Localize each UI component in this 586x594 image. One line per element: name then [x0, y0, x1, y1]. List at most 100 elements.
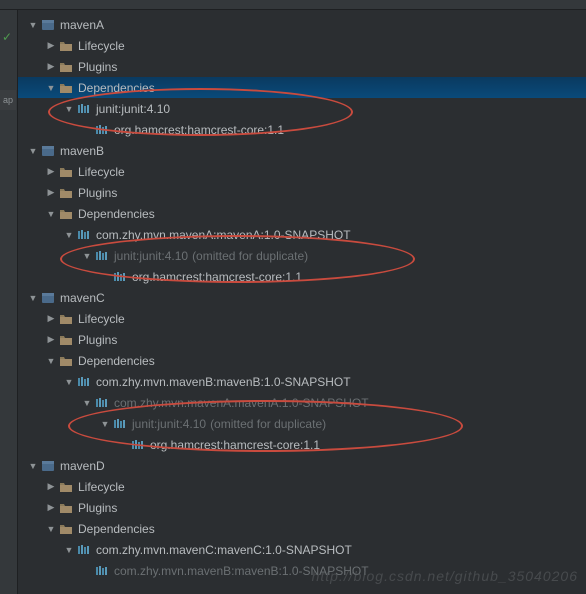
chevron-down-icon[interactable]: ▼ — [44, 356, 58, 366]
tree-row[interactable]: ▶ Lifecycle — [18, 308, 586, 329]
tree-node-label: Plugins — [78, 186, 117, 200]
tree-row[interactable]: ▶ Plugins — [18, 329, 586, 350]
tree-node-label: Plugins — [78, 333, 117, 347]
module-icon — [40, 143, 56, 159]
vcs-check-icon: ✓ — [2, 30, 12, 44]
chevron-down-icon[interactable]: ▼ — [62, 104, 76, 114]
omitted-hint: (omitted for duplicate) — [210, 417, 326, 431]
tree-row[interactable]: ▼ Dependencies — [18, 350, 586, 371]
folder-icon — [58, 206, 74, 222]
folder-icon — [58, 521, 74, 537]
tree-node-label: com.zhy.mvn.mavenA:mavenA:1.0-SNAPSHOT — [114, 396, 369, 410]
tree-node-label: org.hamcrest:hamcrest-core:1.1 — [150, 438, 320, 452]
tree-row[interactable]: ▶ Plugins — [18, 56, 586, 77]
chevron-down-icon[interactable]: ▼ — [26, 293, 40, 303]
lib-icon — [76, 542, 92, 558]
chevron-down-icon[interactable]: ▼ — [44, 209, 58, 219]
tree-row[interactable]: ▶ Lifecycle — [18, 476, 586, 497]
tree-row[interactable]: ▼ junit:junit:4.10 — [18, 98, 586, 119]
folder-icon — [58, 59, 74, 75]
sidebar-tab[interactable]: ap — [0, 90, 16, 110]
tree-row[interactable]: ▶ Plugins — [18, 497, 586, 518]
tree-node-label: mavenA — [60, 18, 104, 32]
tree-node-label: Plugins — [78, 60, 117, 74]
chevron-down-icon[interactable]: ▼ — [62, 377, 76, 387]
tree-node-label: com.zhy.mvn.mavenA:mavenA:1.0-SNAPSHOT — [96, 228, 351, 242]
tree-row[interactable]: ▶org.hamcrest:hamcrest-core:1.1 — [18, 434, 586, 455]
chevron-right-icon[interactable]: ▶ — [44, 187, 58, 198]
tree-row[interactable]: ▼ com.zhy.mvn.mavenA:mavenA:1.0-SNAPSHOT — [18, 224, 586, 245]
chevron-down-icon[interactable]: ▼ — [62, 545, 76, 555]
tree-node-label: mavenB — [60, 144, 104, 158]
folder-icon — [58, 164, 74, 180]
tree-row[interactable]: ▼ Dependencies — [18, 77, 586, 98]
folder-icon — [58, 479, 74, 495]
tree-row[interactable]: ▼ mavenD — [18, 455, 586, 476]
folder-icon — [58, 185, 74, 201]
lib-icon — [112, 416, 128, 432]
tree-row[interactable]: ▼junit:junit:4.10(omitted for duplicate) — [18, 245, 586, 266]
omitted-hint: (omitted for duplicate) — [192, 249, 308, 263]
tree-row[interactable]: ▼ com.zhy.mvn.mavenA:mavenA:1.0-SNAPSHOT — [18, 392, 586, 413]
tree-row[interactable]: ▼ Dependencies — [18, 518, 586, 539]
lib-icon — [76, 101, 92, 117]
chevron-right-icon[interactable]: ▶ — [44, 502, 58, 513]
tree-node-label: Dependencies — [78, 522, 155, 536]
chevron-down-icon[interactable]: ▼ — [62, 230, 76, 240]
tree-node-label: Dependencies — [78, 207, 155, 221]
tree-node-label: Plugins — [78, 501, 117, 515]
ide-toolbar — [0, 0, 586, 10]
lib-icon — [94, 248, 110, 264]
chevron-right-icon[interactable]: ▶ — [44, 481, 58, 492]
tree-node-label: junit:junit:4.10 — [132, 417, 206, 431]
tree-node-label: Dependencies — [78, 354, 155, 368]
maven-tree[interactable]: ▼mavenA▶Lifecycle▶Plugins▼Dependencies▼j… — [18, 10, 586, 581]
chevron-down-icon[interactable]: ▼ — [98, 419, 112, 429]
folder-icon — [58, 500, 74, 516]
chevron-down-icon[interactable]: ▼ — [26, 461, 40, 471]
tree-node-label: Lifecycle — [78, 312, 125, 326]
chevron-right-icon[interactable]: ▶ — [44, 40, 58, 51]
tree-row[interactable]: ▶ Lifecycle — [18, 161, 586, 182]
tree-node-label: Dependencies — [78, 81, 155, 95]
tree-row[interactable]: ▼ mavenC — [18, 287, 586, 308]
tree-row[interactable]: ▼ Dependencies — [18, 203, 586, 224]
chevron-right-icon[interactable]: ▶ — [44, 166, 58, 177]
lib-icon — [112, 269, 128, 285]
tree-node-label: mavenC — [60, 291, 105, 305]
folder-icon — [58, 311, 74, 327]
tree-node-label: com.zhy.mvn.mavenC:mavenC:1.0-SNAPSHOT — [96, 543, 352, 557]
chevron-down-icon[interactable]: ▼ — [26, 20, 40, 30]
tree-node-label: mavenD — [60, 459, 105, 473]
chevron-down-icon[interactable]: ▼ — [26, 146, 40, 156]
module-icon — [40, 17, 56, 33]
chevron-right-icon[interactable]: ▶ — [44, 313, 58, 324]
folder-icon — [58, 353, 74, 369]
folder-icon — [58, 38, 74, 54]
module-icon — [40, 458, 56, 474]
tree-row[interactable]: ▶org.hamcrest:hamcrest-core:1.1 — [18, 266, 586, 287]
tree-node-label: org.hamcrest:hamcrest-core:1.1 — [114, 123, 284, 137]
tree-row[interactable]: ▶ Plugins — [18, 182, 586, 203]
tree-node-label: Lifecycle — [78, 480, 125, 494]
tree-row[interactable]: ▼ com.zhy.mvn.mavenC:mavenC:1.0-SNAPSHOT — [18, 539, 586, 560]
tree-row[interactable]: ▼com.zhy.mvn.mavenB:mavenB:1.0-SNAPSHOT — [18, 371, 586, 392]
lib-icon — [94, 122, 110, 138]
tree-row[interactable]: ▼ mavenA — [18, 14, 586, 35]
tree-node-label: Lifecycle — [78, 39, 125, 53]
tree-node-label: junit:junit:4.10 — [96, 102, 170, 116]
tree-row[interactable]: ▶org.hamcrest:hamcrest-core:1.1 — [18, 119, 586, 140]
chevron-down-icon[interactable]: ▼ — [44, 524, 58, 534]
lib-icon — [94, 395, 110, 411]
lib-icon — [130, 437, 146, 453]
chevron-down-icon[interactable]: ▼ — [80, 251, 94, 261]
tree-row[interactable]: ▼ junit:junit:4.10 (omitted for duplicate) — [18, 413, 586, 434]
chevron-right-icon[interactable]: ▶ — [44, 334, 58, 345]
chevron-right-icon[interactable]: ▶ — [44, 61, 58, 72]
tree-row[interactable]: ▶ Lifecycle — [18, 35, 586, 56]
chevron-down-icon[interactable]: ▼ — [44, 83, 58, 93]
lib-icon — [76, 227, 92, 243]
tree-node-label: Lifecycle — [78, 165, 125, 179]
tree-row[interactable]: ▼ mavenB — [18, 140, 586, 161]
chevron-down-icon[interactable]: ▼ — [80, 398, 94, 408]
